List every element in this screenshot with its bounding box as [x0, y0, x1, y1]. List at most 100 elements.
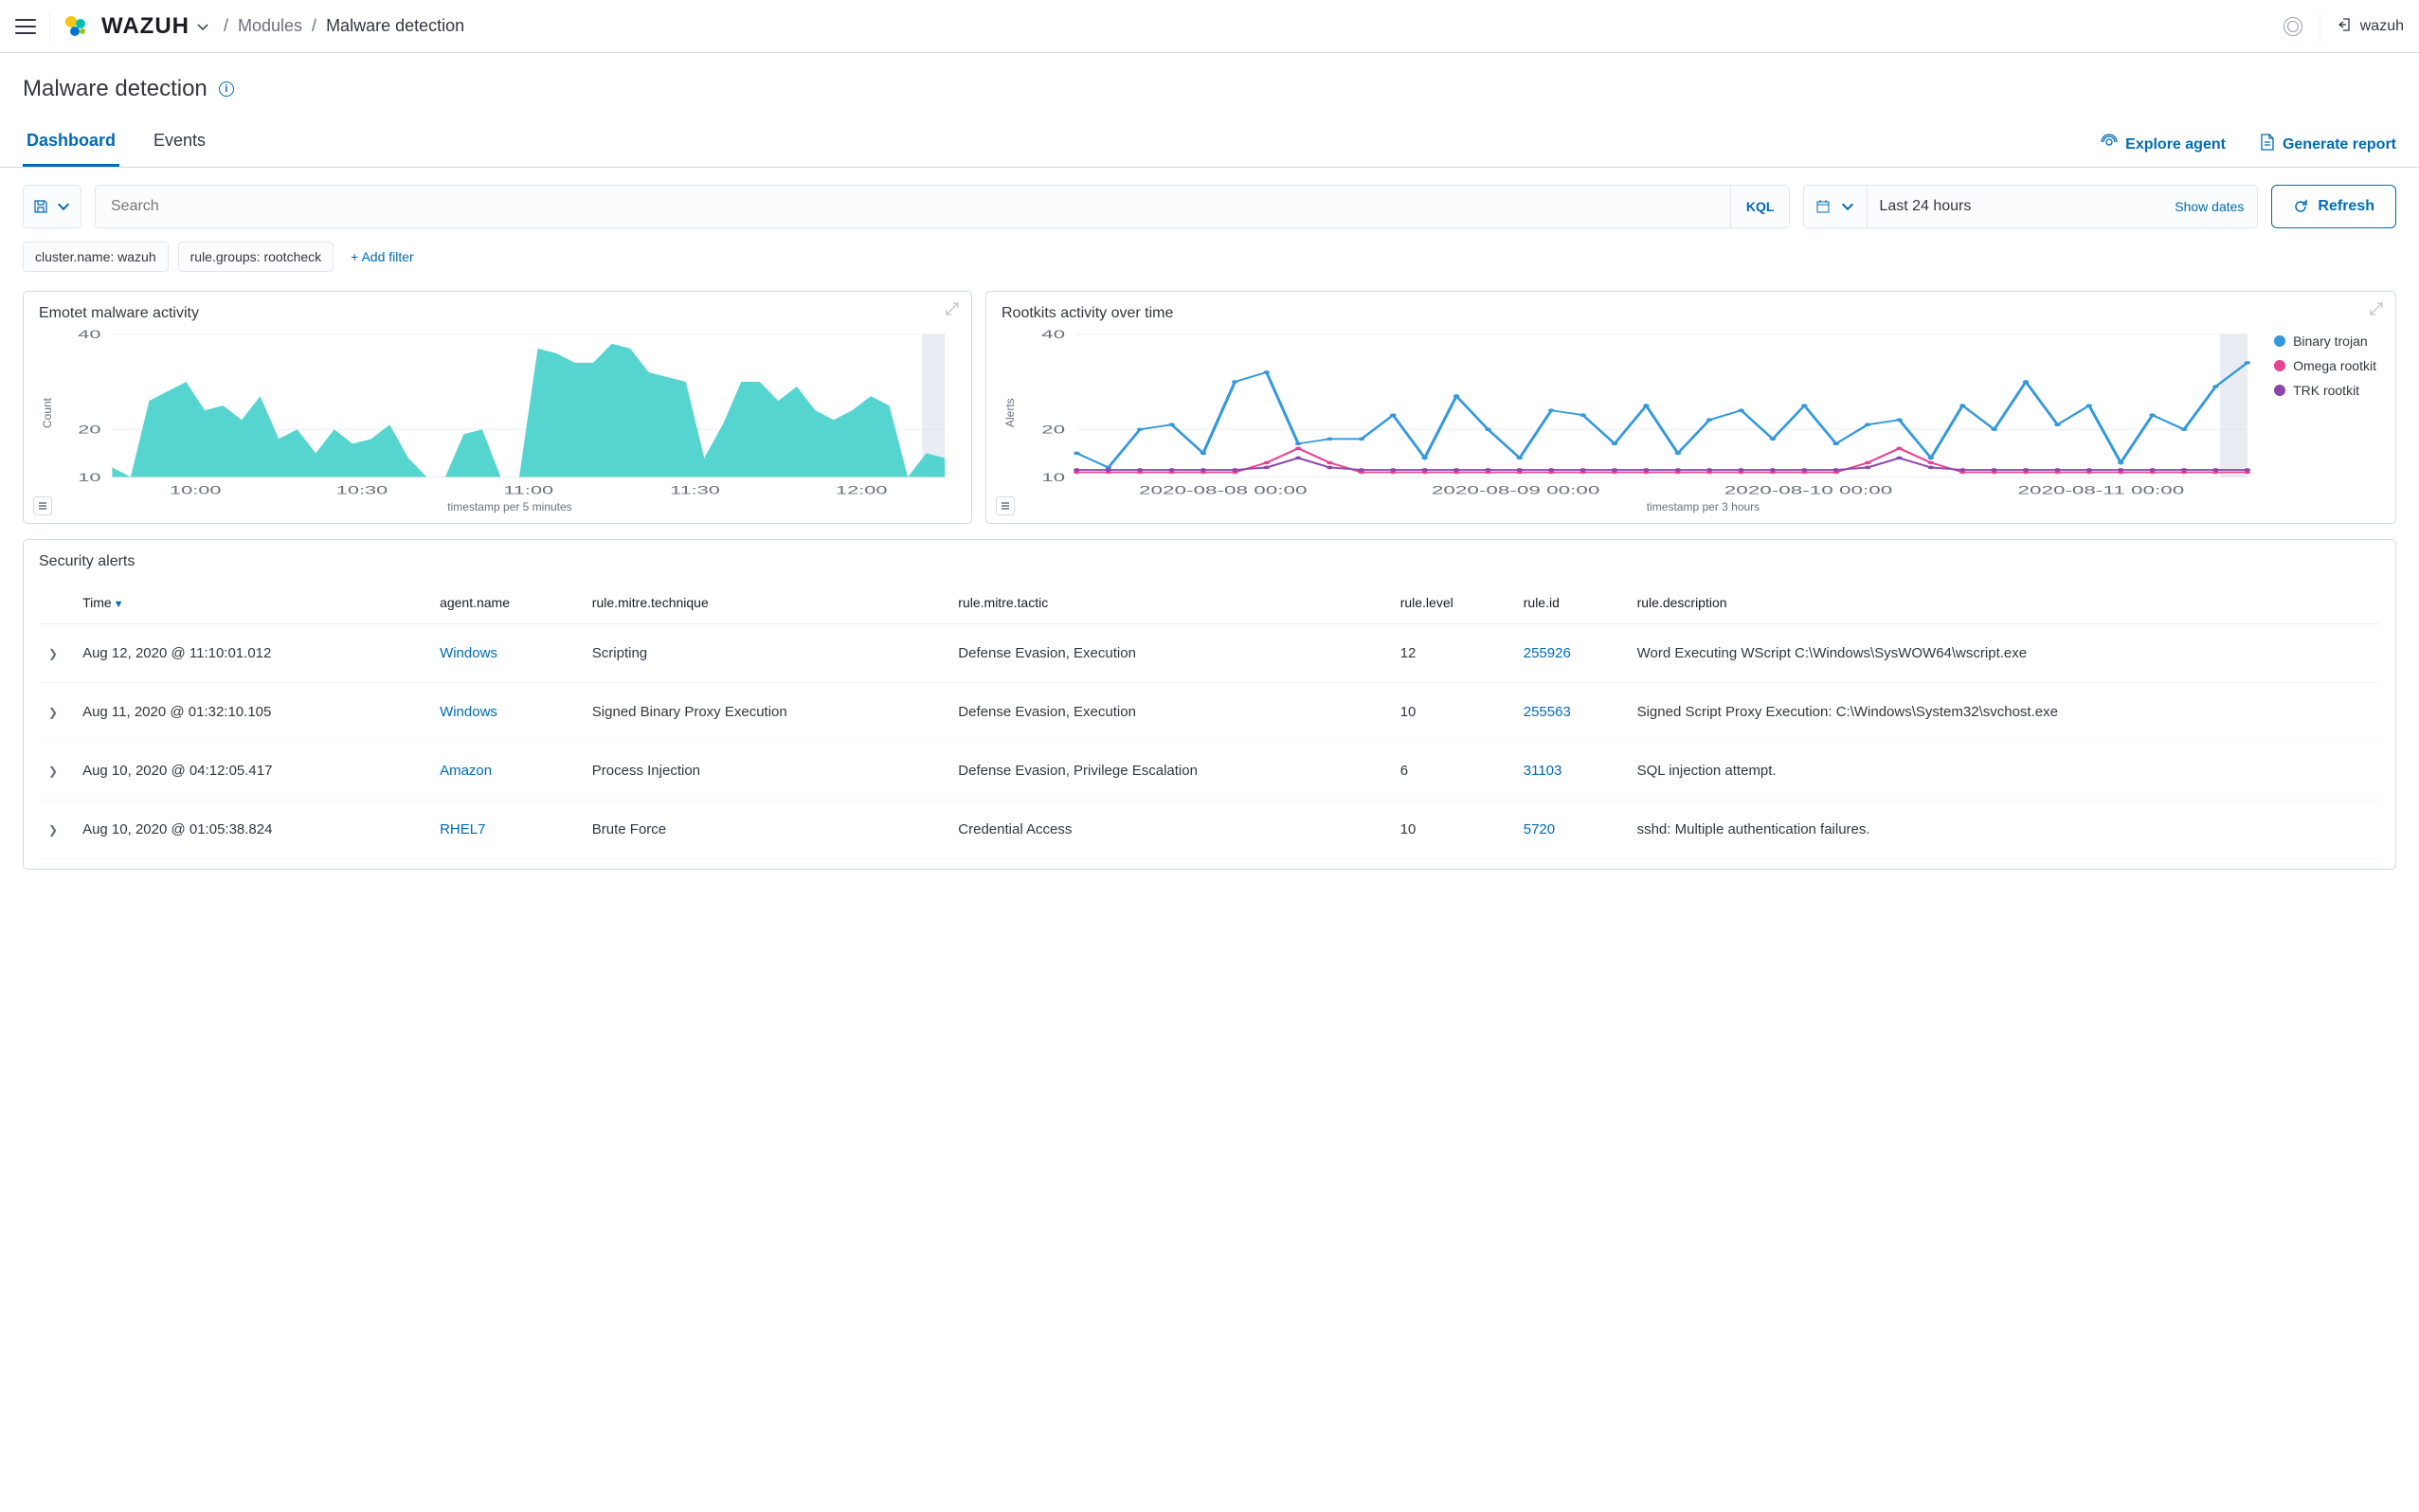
- broadcast-icon: [2101, 134, 2118, 155]
- expand-row-icon[interactable]: ❯: [48, 823, 63, 837]
- elastic-logo-icon[interactable]: [63, 14, 88, 39]
- cell-ruleid-link[interactable]: 5720: [1524, 821, 1555, 837]
- legend-item[interactable]: Omega rootkit: [2274, 358, 2376, 373]
- breadcrumb: / Modules / Malware detection: [224, 16, 464, 36]
- refresh-button[interactable]: Refresh: [2271, 185, 2396, 228]
- alerts-table: Time▼ agent.name rule.mitre.technique ru…: [39, 582, 2380, 859]
- svg-text:10:30: 10:30: [336, 483, 388, 496]
- expand-row-icon[interactable]: ❯: [48, 765, 63, 778]
- explore-agent-button[interactable]: Explore agent: [2101, 134, 2226, 155]
- breadcrumb-current: Malware detection: [326, 16, 464, 36]
- legend-toggle-icon[interactable]: [33, 496, 52, 515]
- cell-technique: Scripting: [583, 624, 949, 683]
- expand-row-icon[interactable]: ❯: [48, 706, 63, 719]
- col-level[interactable]: rule.level: [1391, 582, 1514, 624]
- panel-title: Rootkits activity over time: [1002, 305, 2380, 322]
- show-dates-button[interactable]: Show dates: [2161, 199, 2257, 214]
- svg-text:2020-08-10 00:00: 2020-08-10 00:00: [1724, 484, 1892, 497]
- cell-description: Word Executing WScript C:\Windows\SysWOW…: [1628, 624, 2380, 683]
- cell-time: Aug 12, 2020 @ 11:10:01.012: [73, 624, 430, 683]
- expand-icon[interactable]: [2369, 301, 2384, 316]
- col-time[interactable]: Time▼: [73, 582, 430, 624]
- cell-technique: Process Injection: [583, 742, 949, 801]
- svg-text:2020-08-08 00:00: 2020-08-08 00:00: [1139, 484, 1307, 497]
- svg-text:11:30: 11:30: [670, 483, 720, 496]
- tabs: Dashboard Events: [23, 131, 209, 167]
- wazuh-logo[interactable]: WAZUH: [101, 13, 210, 40]
- quick-date-button[interactable]: [1804, 199, 1867, 214]
- user-label: wazuh: [2360, 18, 2404, 35]
- svg-text:10:00: 10:00: [170, 483, 222, 496]
- col-agent[interactable]: agent.name: [430, 582, 583, 624]
- menu-toggle-icon[interactable]: [15, 19, 36, 34]
- legend-toggle-icon[interactable]: [996, 496, 1015, 515]
- rootkits-chart: 1020402020-08-08 00:002020-08-09 00:0020…: [1019, 328, 2259, 498]
- legend-dot-icon: [2274, 335, 2285, 347]
- date-range-label[interactable]: Last 24 hours: [1867, 186, 2161, 227]
- table-row: ❯ Aug 10, 2020 @ 04:12:05.417 Amazon Pro…: [39, 742, 2380, 801]
- svg-text:12:00: 12:00: [836, 483, 888, 496]
- cell-tactic: Credential Access: [948, 801, 1390, 859]
- x-axis-label: timestamp per 3 hours: [1002, 500, 2380, 513]
- svg-text:11:00: 11:00: [503, 483, 553, 496]
- cell-ruleid-link[interactable]: 31103: [1524, 763, 1562, 779]
- filter-pill[interactable]: cluster.name: wazuh: [23, 242, 169, 272]
- user-menu[interactable]: wazuh: [2338, 17, 2404, 35]
- emotet-chart: 10204010:0010:3011:0011:3012:00: [56, 328, 956, 498]
- cell-level: 6: [1391, 742, 1514, 801]
- legend-item[interactable]: Binary trojan: [2274, 333, 2376, 349]
- col-label: Time: [82, 595, 112, 610]
- cell-time: Aug 10, 2020 @ 04:12:05.417: [73, 742, 430, 801]
- legend-label: Omega rootkit: [2293, 358, 2376, 373]
- legend-item[interactable]: TRK rootkit: [2274, 383, 2376, 398]
- cell-agent-link[interactable]: Amazon: [440, 763, 492, 779]
- col-technique[interactable]: rule.mitre.technique: [583, 582, 949, 624]
- search-input[interactable]: [96, 186, 1730, 227]
- breadcrumb-sep: /: [312, 16, 316, 36]
- breadcrumb-parent[interactable]: Modules: [238, 16, 302, 36]
- page-title: Malware detection: [23, 76, 208, 102]
- cell-agent-link[interactable]: Windows: [440, 645, 497, 661]
- expand-icon[interactable]: [945, 301, 960, 316]
- panel-emotet: Emotet malware activity Count 10204010:0…: [23, 291, 972, 524]
- cell-ruleid-link[interactable]: 255563: [1524, 704, 1571, 720]
- cell-tactic: Defense Evasion, Privilege Escalation: [948, 742, 1390, 801]
- add-filter-button[interactable]: + Add filter: [343, 243, 422, 271]
- filter-bar: cluster.name: wazuh rule.groups: rootche…: [0, 228, 2419, 272]
- generate-report-button[interactable]: Generate report: [2260, 134, 2396, 155]
- tab-events[interactable]: Events: [150, 131, 209, 167]
- generate-report-label: Generate report: [2283, 136, 2396, 153]
- breadcrumb-sep: /: [224, 16, 228, 36]
- table-row: ❯ Aug 10, 2020 @ 01:05:38.824 RHEL7 Brut…: [39, 801, 2380, 859]
- svg-text:40: 40: [78, 328, 100, 341]
- cell-level: 12: [1391, 624, 1514, 683]
- cell-ruleid-link[interactable]: 255926: [1524, 645, 1571, 661]
- y-axis-label: Alerts: [1002, 328, 1019, 498]
- svg-text:2020-08-11 00:00: 2020-08-11 00:00: [2017, 484, 2184, 497]
- tab-dashboard[interactable]: Dashboard: [23, 131, 119, 167]
- legend-label: Binary trojan: [2293, 333, 2368, 349]
- col-tactic[interactable]: rule.mitre.tactic: [948, 582, 1390, 624]
- svg-text:10: 10: [1041, 471, 1065, 484]
- date-range-picker: Last 24 hours Show dates: [1803, 185, 2258, 228]
- logout-icon: [2338, 17, 2353, 35]
- cell-tactic: Defense Evasion, Execution: [948, 624, 1390, 683]
- cell-technique: Signed Binary Proxy Execution: [583, 683, 949, 742]
- svg-text:2020-08-09 00:00: 2020-08-09 00:00: [1432, 484, 1599, 497]
- cell-agent-link[interactable]: Windows: [440, 704, 497, 720]
- save-icon: [33, 199, 48, 214]
- info-icon[interactable]: i: [219, 81, 234, 97]
- panel-security-alerts: Security alerts Time▼ agent.name rule.mi…: [23, 539, 2396, 870]
- expand-row-icon[interactable]: ❯: [48, 647, 63, 660]
- svg-text:10: 10: [78, 471, 100, 484]
- col-description[interactable]: rule.description: [1628, 582, 2380, 624]
- cell-agent-link[interactable]: RHEL7: [440, 821, 485, 837]
- col-rule-id[interactable]: rule.id: [1514, 582, 1628, 624]
- saved-query-button[interactable]: [23, 185, 81, 228]
- search-box: KQL: [95, 185, 1790, 228]
- kql-toggle[interactable]: KQL: [1730, 186, 1790, 227]
- cell-description: Signed Script Proxy Execution: C:\Window…: [1628, 683, 2380, 742]
- filter-pill[interactable]: rule.groups: rootcheck: [178, 242, 334, 272]
- chevron-down-icon[interactable]: [195, 19, 210, 34]
- divider: [49, 11, 50, 42]
